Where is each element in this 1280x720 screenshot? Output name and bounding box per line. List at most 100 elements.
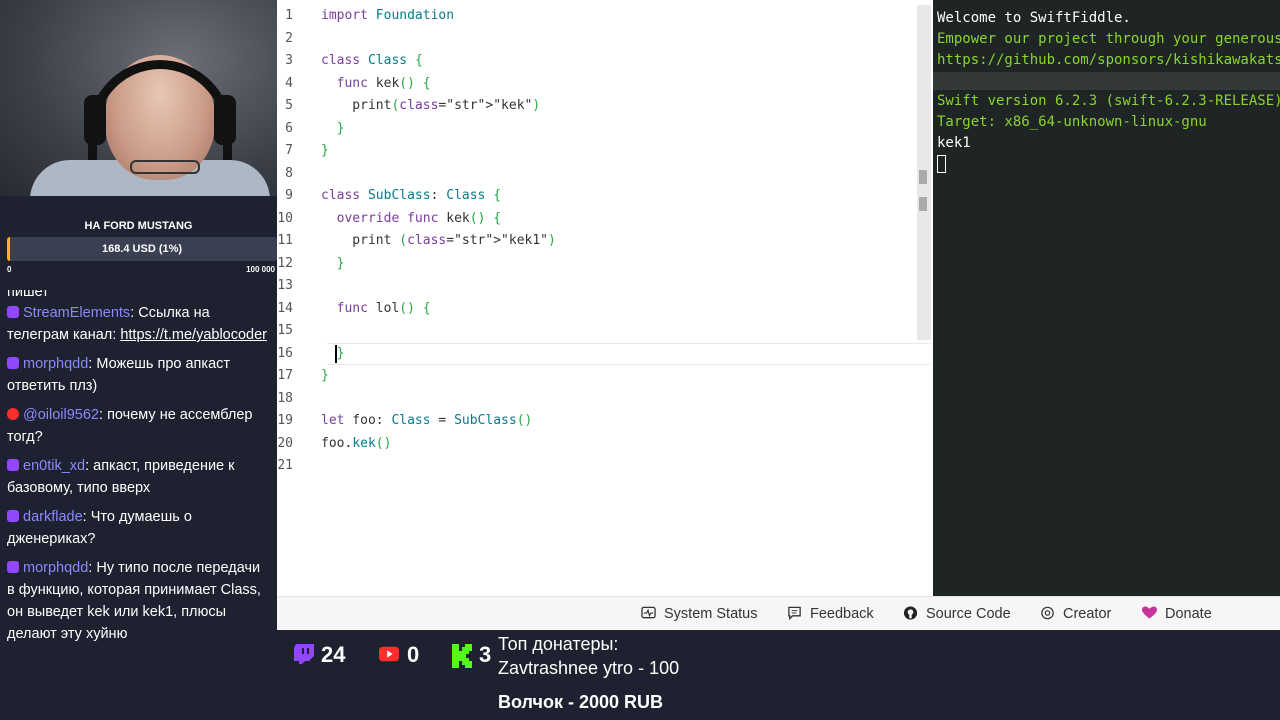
line-number: 12 bbox=[277, 255, 293, 271]
chat-message: morphqdd: Ну типо после передачи в функц… bbox=[7, 560, 261, 642]
code-text: } bbox=[336, 345, 345, 361]
terminal-target: Target: x86_64-unknown-linux-gnu bbox=[937, 114, 1207, 130]
line-number: 15 bbox=[277, 323, 293, 338]
heart-icon bbox=[1142, 606, 1157, 619]
code-text: let foo: Class = SubClass() bbox=[321, 413, 533, 428]
chat-username[interactable]: morphqdd bbox=[23, 560, 88, 576]
donation-goal: НА FORD MUSTANG 168.4 USD (1%) 0 100 000 bbox=[0, 215, 277, 277]
system-status-link[interactable]: System Status bbox=[641, 606, 757, 622]
line-number: 14 bbox=[277, 300, 293, 316]
feedback-label: Feedback bbox=[810, 606, 874, 622]
source-code-label: Source Code bbox=[926, 606, 1011, 622]
chat-username[interactable]: @oiloil9562 bbox=[23, 407, 99, 423]
feedback-link[interactable]: Feedback bbox=[787, 606, 874, 622]
creator-link[interactable]: Creator bbox=[1040, 606, 1111, 622]
chat-message: StreamElements: Ссылка на телеграм канал… bbox=[7, 305, 268, 343]
line-number: 10 bbox=[277, 210, 293, 226]
twitch-icon bbox=[294, 644, 314, 664]
chat-username[interactable]: StreamElements bbox=[23, 305, 130, 321]
code-line[interactable]: 7} bbox=[277, 140, 917, 163]
twitch-icon bbox=[7, 510, 19, 522]
github-icon bbox=[903, 606, 918, 620]
code-line[interactable]: 9 class SubClass: Class { bbox=[277, 185, 917, 208]
youtube-icon bbox=[379, 646, 399, 662]
twitch-viewer-count: 24 bbox=[321, 642, 346, 667]
chat-message: @oiloil9562: почему не ассемблер тогд? bbox=[7, 407, 253, 445]
code-line[interactable]: 2 bbox=[277, 28, 917, 51]
at-sign-icon bbox=[1041, 606, 1054, 620]
code-line[interactable]: 16 } bbox=[277, 343, 917, 366]
code-line[interactable]: 17} bbox=[277, 365, 917, 388]
code-line[interactable]: 21 bbox=[277, 455, 917, 478]
chat-username[interactable]: morphqdd bbox=[23, 356, 88, 372]
code-line[interactable]: 6 } bbox=[277, 118, 917, 141]
donate-label: Donate bbox=[1165, 606, 1212, 622]
chat-link[interactable]: https://t.me/yablocoder bbox=[120, 327, 267, 343]
chat-cut-message: пишет bbox=[7, 290, 49, 300]
code-line[interactable]: 1 import Foundation bbox=[277, 5, 917, 28]
line-number: 17 bbox=[277, 368, 293, 383]
creator-label: Creator bbox=[1063, 606, 1112, 622]
line-number: 7 bbox=[285, 143, 293, 158]
twitch-icon bbox=[7, 459, 19, 471]
code-text: print(class="str">"kek") bbox=[321, 98, 541, 113]
chat-username[interactable]: darkflade bbox=[23, 509, 83, 525]
donate-link[interactable]: Donate bbox=[1142, 606, 1212, 622]
editor-scrollbar[interactable] bbox=[917, 5, 931, 340]
system-status-label: System Status bbox=[664, 606, 758, 622]
code-line[interactable]: 8 bbox=[277, 163, 917, 186]
code-line[interactable]: 15 bbox=[277, 320, 917, 343]
output-terminal[interactable]: Welcome to SwiftFiddle. Empower our proj… bbox=[933, 0, 1280, 596]
line-number: 21 bbox=[277, 458, 293, 473]
code-line[interactable]: 4 func kek() { bbox=[277, 73, 917, 96]
code-line[interactable]: 12 } bbox=[277, 253, 917, 276]
code-text: } bbox=[336, 255, 345, 271]
goal-title: НА FORD MUSTANG bbox=[84, 220, 193, 232]
code-line[interactable]: 10 override func kek() { bbox=[277, 208, 917, 231]
line-number: 19 bbox=[277, 413, 293, 428]
code-text: print (class="str">"kek1") bbox=[321, 233, 556, 248]
code-text: func kek() { bbox=[336, 75, 431, 91]
code-line[interactable]: 18 bbox=[277, 388, 917, 411]
source-code-link[interactable]: Source Code bbox=[903, 606, 1011, 622]
line-number: 18 bbox=[277, 390, 293, 406]
line-number: 13 bbox=[277, 278, 293, 293]
code-text: class SubClass: Class { bbox=[321, 188, 502, 203]
text-cursor bbox=[335, 345, 337, 363]
terminal-sponsor-link[interactable]: https://github.com/sponsors/kishikawakat… bbox=[937, 50, 1280, 71]
chat-username[interactable]: en0tik_xd bbox=[23, 458, 85, 474]
goal-min-label: 0 bbox=[7, 265, 12, 274]
youtube-icon bbox=[7, 408, 19, 420]
goal-progress-text: 168.4 USD (1%) bbox=[101, 243, 183, 255]
line-number: 11 bbox=[277, 233, 293, 248]
line-number: 20 bbox=[277, 435, 293, 451]
code-line[interactable]: 11 print (class="str">"kek1") bbox=[277, 230, 917, 253]
terminal-cursor bbox=[937, 155, 946, 173]
stream-overlay-bar: 24 0 3 Топ донатеры: Zavtrashnee ytro - … bbox=[277, 630, 1280, 720]
code-line[interactable]: 14 func lol() { bbox=[277, 298, 917, 321]
code-line[interactable]: 20 foo.kek() bbox=[277, 433, 917, 456]
top-donors-title: Топ донатеры: bbox=[498, 634, 619, 654]
line-number: 6 bbox=[285, 120, 293, 136]
line-number: 1 bbox=[285, 8, 293, 23]
goal-max-label: 100 000 bbox=[246, 265, 275, 274]
line-number: 2 bbox=[285, 30, 293, 46]
code-line[interactable]: 19 let foo: Class = SubClass() bbox=[277, 410, 917, 433]
code-text: foo.kek() bbox=[321, 435, 392, 451]
code-line[interactable]: 13 bbox=[277, 275, 917, 298]
code-text: import Foundation bbox=[321, 8, 455, 23]
chat-message: morphqdd: Можешь про апкаст ответить плз… bbox=[7, 356, 231, 394]
twitch-icon bbox=[7, 357, 19, 369]
youtube-viewer-count: 0 bbox=[407, 642, 420, 667]
twitch-icon bbox=[7, 561, 19, 573]
code-text: func lol() { bbox=[336, 300, 431, 316]
footer-bar: System Status Feedback Source Code Creat… bbox=[277, 596, 1280, 630]
code-editor[interactable]: 1 import Foundation 2 3 class Class {4 func … bbox=[277, 0, 933, 596]
chat-message: en0tik_xd: апкаст, приведение к базовому… bbox=[7, 458, 235, 496]
kick-icon bbox=[452, 644, 472, 668]
line-number: 8 bbox=[285, 165, 293, 181]
chat-message: darkflade: Что думаешь о дженериках? bbox=[7, 509, 192, 547]
code-line[interactable]: 5 print(class="str">"kek") bbox=[277, 95, 917, 118]
terminal-output: kek1 bbox=[937, 135, 971, 151]
code-line[interactable]: 3 class Class { bbox=[277, 50, 917, 73]
